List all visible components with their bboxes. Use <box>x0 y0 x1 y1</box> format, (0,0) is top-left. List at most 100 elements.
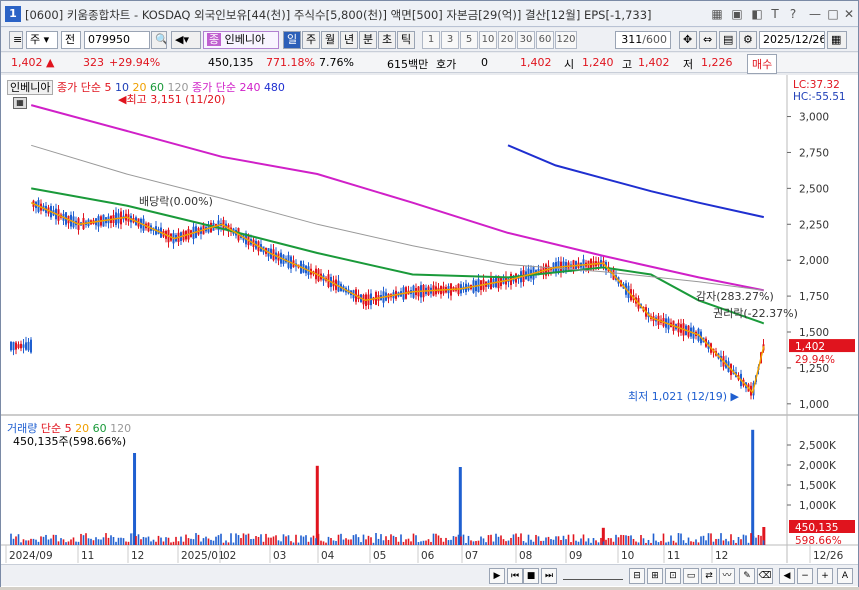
volume-bar-small <box>72 537 75 545</box>
volume-bar-small <box>632 538 635 545</box>
volume-bar-small <box>87 538 90 545</box>
chart-area[interactable]: 3,000 2,750 2,500 2,250 2,000 1,750 1,500 1,250… <box>1 75 858 587</box>
settings-icon[interactable]: ⚙ <box>739 31 757 49</box>
period-6[interactable]: 틱 <box>397 31 415 49</box>
volume-bar-small <box>527 534 530 545</box>
date-input[interactable]: 2025/12/26 <box>759 31 825 49</box>
minute-60[interactable]: 60 <box>536 31 554 49</box>
volume-bar-small <box>415 535 417 545</box>
minute-20[interactable]: 20 <box>498 31 516 49</box>
zoom-icon[interactable]: ⇔ <box>699 31 717 49</box>
zoom-out-icon[interactable]: ⊟ <box>629 568 645 584</box>
buy-button[interactable]: 매수 <box>747 54 778 74</box>
fit-icon[interactable]: ⊡ <box>665 568 681 584</box>
low-label: 저 <box>683 58 694 71</box>
draw-icon[interactable]: ✎ <box>739 568 755 584</box>
vtick-label: 1,000K <box>799 500 837 512</box>
volume-bar-small <box>310 537 312 545</box>
minute-10[interactable]: 10 <box>479 31 497 49</box>
page-icon[interactable]: ▭ <box>683 568 699 584</box>
volume-bar-small <box>707 533 710 545</box>
calendar-icon[interactable]: ▦ <box>827 31 847 49</box>
volume-bar-small <box>107 537 110 545</box>
minute-30[interactable]: 30 <box>517 31 535 49</box>
period-1[interactable]: 주 <box>302 31 320 49</box>
period-4[interactable]: 분 <box>359 31 377 49</box>
volume-bar-small <box>452 536 455 545</box>
price-volume-chart[interactable]: 3,0002,7502,5002,2502,0001,7501,5001,250… <box>1 75 858 587</box>
volume-bar <box>751 429 755 545</box>
volume-bar-small <box>340 533 342 545</box>
scroll-right-icon[interactable]: ▶ <box>489 568 505 584</box>
table-icon[interactable]: ▦ <box>13 97 27 109</box>
volume-bar-small <box>395 537 397 545</box>
volume-bar-small <box>600 537 602 545</box>
auto-icon[interactable]: A <box>837 568 853 584</box>
volume-bar-small <box>235 533 237 545</box>
volume-bar-small <box>17 534 20 545</box>
minute-3[interactable]: 3 <box>441 31 459 49</box>
minute-5[interactable]: 5 <box>460 31 478 49</box>
code-input[interactable]: 079950 <box>84 31 150 49</box>
wave-icon[interactable]: 〰 <box>719 568 735 584</box>
eraser-icon[interactable]: ⌫ <box>757 568 773 584</box>
volume-bar-small <box>387 539 390 545</box>
maximize-icon[interactable]: □ <box>825 6 841 22</box>
period-2[interactable]: 월 <box>321 31 339 49</box>
close-icon[interactable]: ✕ <box>841 6 857 22</box>
minimize-icon[interactable]: — <box>807 6 823 22</box>
period-3[interactable]: 년 <box>340 31 358 49</box>
count-input[interactable]: 311/600 <box>615 31 671 49</box>
app-icon[interactable]: 1 <box>5 6 21 22</box>
link-icon[interactable]: ◧ <box>749 6 765 22</box>
volume-bar-small <box>492 541 495 545</box>
list-icon[interactable]: ≡ <box>9 31 23 49</box>
volume-bar-small <box>35 539 37 545</box>
volume-bar-small <box>610 538 612 545</box>
volume-bar-small <box>722 540 725 545</box>
rewind-icon[interactable]: ⏮ <box>507 568 523 584</box>
help-icon[interactable]: ? <box>785 6 801 22</box>
sound-icon[interactable]: ◀▾ <box>171 31 201 49</box>
stop-icon[interactable]: ■ <box>523 568 539 584</box>
save-icon[interactable]: ▣ <box>729 6 745 22</box>
minus-icon[interactable]: − <box>797 568 813 584</box>
font-icon[interactable]: T <box>767 6 783 22</box>
volume-bar-small <box>500 535 502 545</box>
volume-bar-small <box>230 533 232 545</box>
volume-bar-small <box>30 538 32 545</box>
plus-icon[interactable]: + <box>817 568 833 584</box>
period-5[interactable]: 초 <box>378 31 396 49</box>
nav-icon[interactable]: ⇄ <box>701 568 717 584</box>
volume-bar-small <box>62 539 65 545</box>
volume-bar-small <box>657 542 660 545</box>
volume-bar-small <box>605 539 607 545</box>
minute-1[interactable]: 1 <box>422 31 440 49</box>
volume-bar-small <box>115 541 117 545</box>
scroll-track[interactable] <box>563 570 623 580</box>
volume-bar-small <box>45 534 47 545</box>
period-0[interactable]: 일 <box>283 31 301 49</box>
volume-bar-small <box>617 537 620 545</box>
tool-icon[interactable]: ✥ <box>679 31 697 49</box>
volume-bar-small <box>487 535 490 545</box>
mode-button[interactable]: 전 <box>61 31 81 49</box>
volume-bar-small <box>357 537 360 545</box>
minute-120[interactable]: 120 <box>555 31 577 49</box>
high-label: 고 <box>622 58 633 71</box>
volume-bar-small <box>360 542 362 545</box>
zoom-in-icon[interactable]: ⊞ <box>647 568 663 584</box>
volume-bar-small <box>557 536 560 545</box>
type-select[interactable]: 주 ▾ <box>26 31 58 49</box>
stock-name[interactable]: 종 인베니아 <box>203 31 279 49</box>
forward-icon[interactable]: ⏭ <box>541 568 557 584</box>
layout-icon[interactable]: ▤ <box>719 31 737 49</box>
amount: 615백만 <box>387 58 429 71</box>
open-label: 시 <box>564 58 575 71</box>
volume-bar-small <box>222 542 225 545</box>
volume-bar-small <box>90 538 92 545</box>
scroll-left-icon[interactable]: ◀ <box>779 568 795 584</box>
search-icon[interactable]: 🔍 <box>151 31 167 49</box>
grid-icon[interactable]: ▦ <box>709 6 725 22</box>
volume-bar-small <box>345 538 347 545</box>
